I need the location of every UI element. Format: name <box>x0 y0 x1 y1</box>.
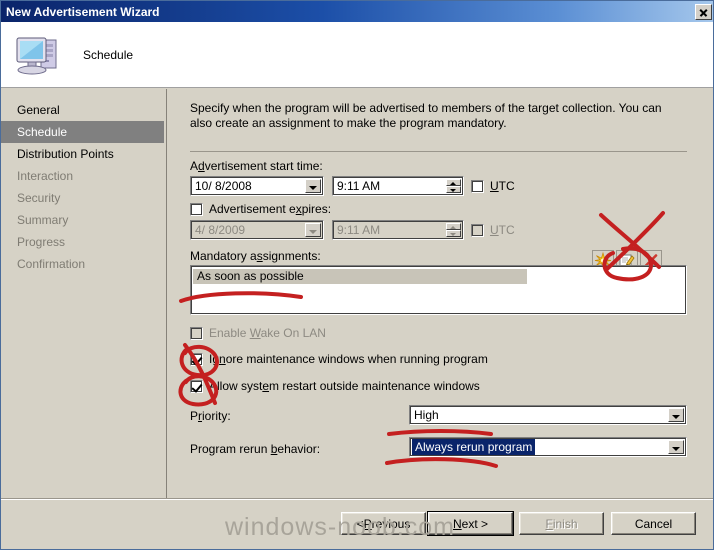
start-time-utc-checkbox[interactable]: UTC <box>471 179 515 193</box>
computer-icon <box>13 32 63 78</box>
checkbox-box <box>471 179 484 193</box>
wizard-window: New Advertisement Wizard Schedule Genera… <box>0 0 714 550</box>
allow-restart-checkbox[interactable]: Allow system restart outside maintenance… <box>190 379 480 393</box>
spinner-down-icon <box>446 186 461 193</box>
chevron-down-icon[interactable] <box>668 408 684 422</box>
ignore-maintenance-windows-checkbox[interactable]: Ignore maintenance windows when running … <box>190 352 488 366</box>
priority-value: High <box>414 408 439 422</box>
chevron-down-icon[interactable] <box>305 179 321 193</box>
finish-button: Finish <box>519 512 604 535</box>
expires-utc-label: UTC <box>490 223 515 237</box>
wizard-header: Schedule <box>1 22 713 88</box>
start-date-value: 10/ 8/2008 <box>195 179 252 193</box>
wizard-footer: < Previous Next > Finish Cancel <box>1 498 713 549</box>
mandatory-assignments-label: Mandatory assignments: <box>190 249 321 263</box>
mandatory-assignments-list[interactable]: As soon as possible <box>190 265 687 315</box>
checkbox-box <box>190 326 203 340</box>
priority-combo[interactable]: High <box>409 405 687 425</box>
expires-utc-checkbox: UTC <box>471 223 515 237</box>
start-time-utc-label: UTC <box>490 179 515 193</box>
ignore-maintenance-windows-label: Ignore maintenance windows when running … <box>209 352 488 366</box>
spinner-down-icon <box>446 230 461 237</box>
list-item[interactable]: As soon as possible <box>193 269 527 284</box>
next-button[interactable]: Next > <box>427 511 514 536</box>
rerun-behavior-value: Always rerun program <box>412 439 536 455</box>
chevron-down-icon <box>305 223 321 237</box>
expires-time-stepper <box>446 223 461 237</box>
sidebar-item-security[interactable]: Security <box>1 187 166 209</box>
start-time-value: 9:11 AM <box>337 179 381 193</box>
expires-date-combo: 4/ 8/2009 <box>190 220 324 240</box>
start-time-stepper[interactable] <box>446 179 461 193</box>
sidebar-item-summary[interactable]: Summary <box>1 209 166 231</box>
window-title: New Advertisement Wizard <box>6 4 160 19</box>
schedule-panel: Specify when the program will be adverti… <box>168 89 713 499</box>
sidebar-item-distribution-points[interactable]: Distribution Points <box>1 143 166 165</box>
sidebar-item-interaction[interactable]: Interaction <box>1 165 166 187</box>
expires-label: Advertisement expires: <box>209 202 332 216</box>
chevron-down-icon[interactable] <box>668 440 684 454</box>
checkbox-box <box>190 202 203 216</box>
sidebar-item-schedule[interactable]: Schedule <box>1 121 164 143</box>
start-time-label: Advertisement start time: <box>190 159 323 173</box>
page-title: Schedule <box>83 47 134 62</box>
spinner-up-icon <box>446 223 461 230</box>
wake-on-lan-label: Enable Wake On LAN <box>209 326 326 340</box>
start-time-spinner[interactable]: 9:11 AM <box>332 176 464 196</box>
sidebar-item-confirmation[interactable]: Confirmation <box>1 253 166 275</box>
title-bar: New Advertisement Wizard <box>1 1 713 22</box>
sidebar-item-general[interactable]: General <box>1 99 166 121</box>
rerun-behavior-label: Program rerun behavior: <box>190 442 321 456</box>
sidebar-item-progress[interactable]: Progress <box>1 231 166 253</box>
allow-restart-label: Allow system restart outside maintenance… <box>209 379 480 393</box>
panel-description: Specify when the program will be adverti… <box>190 101 662 130</box>
start-date-combo[interactable]: 10/ 8/2008 <box>190 176 324 196</box>
panel-divider <box>190 151 687 152</box>
wizard-steps-sidebar: General Schedule Distribution Points Int… <box>1 89 167 499</box>
previous-button[interactable]: < Previous <box>341 512 426 535</box>
expires-time-value: 9:11 AM <box>337 223 381 237</box>
wake-on-lan-checkbox: Enable Wake On LAN <box>190 326 326 340</box>
checkbox-box <box>190 352 203 366</box>
checkbox-box <box>471 223 484 237</box>
expires-date-value: 4/ 8/2009 <box>195 223 246 237</box>
checkbox-box <box>190 379 203 393</box>
close-icon[interactable] <box>695 3 712 20</box>
expires-checkbox[interactable]: Advertisement expires: <box>190 202 331 216</box>
rerun-behavior-combo[interactable]: Always rerun program <box>409 437 687 457</box>
priority-label: Priority: <box>190 409 231 423</box>
cancel-button[interactable]: Cancel <box>611 512 696 535</box>
spinner-up-icon <box>446 179 461 186</box>
expires-time-spinner: 9:11 AM <box>332 220 464 240</box>
